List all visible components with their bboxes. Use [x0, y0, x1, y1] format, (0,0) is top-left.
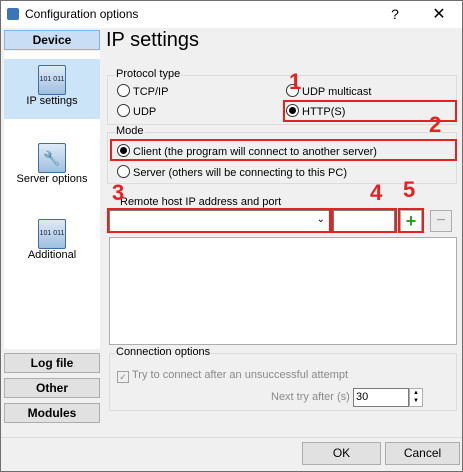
minus-icon: −: [436, 212, 446, 229]
annotation-box-port: [331, 208, 397, 233]
connection-options-label: Connection options: [115, 346, 212, 358]
annotation-number-4: 4: [370, 180, 383, 205]
window-title: Configuration options: [25, 7, 139, 21]
configuration-window: Configuration options ? ✕ Device 101 011…: [0, 0, 463, 472]
wrench-icon: 🔧: [38, 143, 66, 173]
footer-divider: [1, 437, 462, 438]
next-try-input[interactable]: 30: [353, 388, 409, 407]
next-try-label: Next try after (s): [271, 391, 350, 403]
spinner-up-icon[interactable]: ▲: [413, 390, 419, 396]
radio-dot: [117, 165, 130, 178]
cancel-button[interactable]: Cancel: [385, 442, 460, 465]
remove-host-button[interactable]: −: [430, 210, 452, 232]
help-button[interactable]: ?: [372, 1, 418, 28]
nav-additional[interactable]: 101 011 Additional: [4, 219, 100, 269]
nav-ip-settings[interactable]: 101 011 IP settings: [4, 59, 100, 119]
page-title: IP settings: [106, 29, 200, 51]
annotation-number-5: 5: [403, 177, 416, 202]
radio-label: Server (others will be connecting to thi…: [133, 167, 347, 179]
additional-settings-icon: 101 011: [38, 219, 66, 249]
annotation-number-3: 3: [112, 180, 125, 205]
ip-settings-icon: 101 011: [38, 65, 66, 95]
annotation-box-add: [398, 208, 424, 233]
other-button[interactable]: Other: [4, 378, 100, 398]
radio-server-mode[interactable]: Server (others will be connecting to thi…: [117, 165, 347, 179]
retry-checkbox[interactable]: ✓ Try to connect after an unsuccessful at…: [117, 369, 348, 383]
radio-label: UDP multicast: [302, 86, 372, 98]
spinner-down-icon[interactable]: ▼: [413, 398, 419, 404]
modules-button[interactable]: Modules: [4, 403, 100, 423]
title-bar: Configuration options ? ✕: [1, 1, 462, 28]
nav-server-options[interactable]: 🔧 Server options: [4, 143, 100, 193]
annotation-box-host: [107, 208, 331, 233]
radio-label: TCP/IP: [133, 86, 169, 98]
mode-group-label: Mode: [115, 125, 145, 137]
checkbox-check-icon: ✓: [117, 371, 129, 383]
annotation-number-1: 1: [289, 69, 302, 94]
nav-label-server-options: Server options: [16, 173, 88, 185]
app-icon: [7, 8, 19, 20]
annotation-box-client-mode: [110, 139, 457, 161]
radio-label: UDP: [133, 106, 157, 118]
device-section-button[interactable]: Device: [4, 30, 100, 50]
radio-tcpip[interactable]: TCP/IP: [117, 84, 168, 98]
spinner-stepper[interactable]: ▲ ▼: [409, 388, 423, 407]
ok-button[interactable]: OK: [302, 442, 381, 465]
radio-udp[interactable]: UDP: [117, 104, 156, 118]
close-button[interactable]: ✕: [416, 1, 462, 28]
nav-label-additional: Additional: [27, 249, 77, 261]
hosts-list[interactable]: [109, 237, 457, 345]
left-nav-panel: 101 011 IP settings 🔧 Server options 101…: [4, 51, 100, 349]
log-file-button[interactable]: Log file: [4, 353, 100, 373]
radio-dot: [117, 84, 130, 97]
nav-label-ip-settings: IP settings: [26, 95, 78, 107]
next-try-value: 30: [356, 391, 369, 403]
retry-checkbox-label: Try to connect after an unsuccessful att…: [132, 369, 349, 381]
radio-dot: [117, 104, 130, 117]
protocol-group-label: Protocol type: [115, 68, 182, 80]
remote-host-label: Remote host IP address and port: [120, 196, 282, 208]
annotation-number-2: 2: [429, 112, 442, 137]
